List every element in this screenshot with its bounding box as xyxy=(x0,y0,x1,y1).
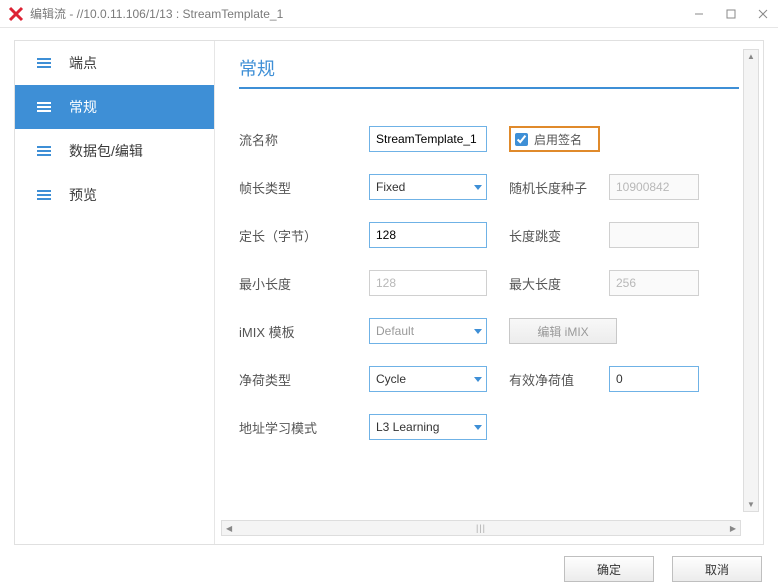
minimize-button[interactable] xyxy=(692,7,706,21)
window-title: 编辑流 - //10.0.11.106/1/13 : StreamTemplat… xyxy=(30,5,692,22)
cancel-button[interactable]: 取消 xyxy=(672,556,762,582)
payload-type-value: Cycle xyxy=(376,372,406,386)
sidebar-item-label: 常规 xyxy=(69,97,97,117)
scroll-left-icon: ◀ xyxy=(222,524,236,533)
imix-tmpl-label: iMIX 模板 xyxy=(239,322,369,341)
maximize-button[interactable] xyxy=(724,7,738,21)
hamburger-icon xyxy=(37,146,51,156)
frame-len-type-select[interactable]: Fixed xyxy=(369,174,487,200)
horizontal-scrollbar[interactable]: ◀ ||| ▶ xyxy=(221,520,741,536)
scroll-up-icon: ▲ xyxy=(747,50,755,63)
scroll-down-icon: ▼ xyxy=(747,498,755,511)
titlebar: 编辑流 - //10.0.11.106/1/13 : StreamTemplat… xyxy=(0,0,778,28)
fixed-len-label: 定长（字节） xyxy=(239,226,369,245)
addr-learn-label: 地址学习模式 xyxy=(239,418,369,437)
min-len-label: 最小长度 xyxy=(239,274,369,293)
chevron-down-icon xyxy=(474,185,482,190)
random-seed-input xyxy=(609,174,699,200)
addr-learn-value: L3 Learning xyxy=(376,420,439,434)
ok-button[interactable]: 确定 xyxy=(564,556,654,582)
section-title: 常规 xyxy=(239,55,739,89)
random-seed-label: 随机长度种子 xyxy=(509,178,609,197)
sidebar: 端点 常规 数据包/编辑 预览 xyxy=(15,41,215,544)
sidebar-item-label: 预览 xyxy=(69,185,97,205)
sidebar-item-endpoint[interactable]: 端点 xyxy=(15,41,214,85)
sidebar-item-general[interactable]: 常规 xyxy=(15,85,214,129)
scroll-right-icon: ▶ xyxy=(726,524,740,533)
sidebar-item-label: 数据包/编辑 xyxy=(69,141,143,161)
addr-learn-select[interactable]: L3 Learning xyxy=(369,414,487,440)
content-frame: 端点 常规 数据包/编辑 预览 常规 流名称 启用签名 xyxy=(14,40,764,545)
edit-imix-button: 编辑 iMIX xyxy=(509,318,617,344)
payload-val-label: 有效净荷值 xyxy=(509,370,609,389)
payload-val-input[interactable] xyxy=(609,366,699,392)
imix-tmpl-select: Default xyxy=(369,318,487,344)
main-panel: 常规 流名称 启用签名 帧长类型 Fixed xyxy=(215,41,763,544)
hamburger-icon xyxy=(37,102,51,112)
signature-wrap: 启用签名 xyxy=(509,126,600,152)
stream-name-label: 流名称 xyxy=(239,130,369,149)
chevron-down-icon xyxy=(474,329,482,334)
close-button[interactable] xyxy=(756,7,770,21)
signature-checkbox[interactable] xyxy=(515,133,528,146)
signature-label: 启用签名 xyxy=(534,131,582,148)
form-area: 流名称 启用签名 帧长类型 Fixed 随机长度种子 xyxy=(239,115,763,451)
footer: 确定 取消 xyxy=(0,551,778,587)
fixed-len-input[interactable] xyxy=(369,222,487,248)
vertical-scrollbar[interactable]: ▲ ▼ xyxy=(743,49,759,512)
chevron-down-icon xyxy=(474,425,482,430)
payload-type-select[interactable]: Cycle xyxy=(369,366,487,392)
hamburger-icon xyxy=(37,190,51,200)
sidebar-item-label: 端点 xyxy=(69,53,97,73)
min-len-input xyxy=(369,270,487,296)
max-len-input xyxy=(609,270,699,296)
len-jump-label: 长度跳变 xyxy=(509,226,609,245)
frame-len-type-value: Fixed xyxy=(376,180,405,194)
max-len-label: 最大长度 xyxy=(509,274,609,293)
sidebar-item-preview[interactable]: 预览 xyxy=(15,173,214,217)
payload-type-label: 净荷类型 xyxy=(239,370,369,389)
hamburger-icon xyxy=(37,58,51,68)
sidebar-item-packet-edit[interactable]: 数据包/编辑 xyxy=(15,129,214,173)
stream-name-input[interactable] xyxy=(369,126,487,152)
app-icon xyxy=(8,6,24,22)
chevron-down-icon xyxy=(474,377,482,382)
len-jump-input xyxy=(609,222,699,248)
frame-len-type-label: 帧长类型 xyxy=(239,178,369,197)
imix-tmpl-value: Default xyxy=(376,324,414,338)
